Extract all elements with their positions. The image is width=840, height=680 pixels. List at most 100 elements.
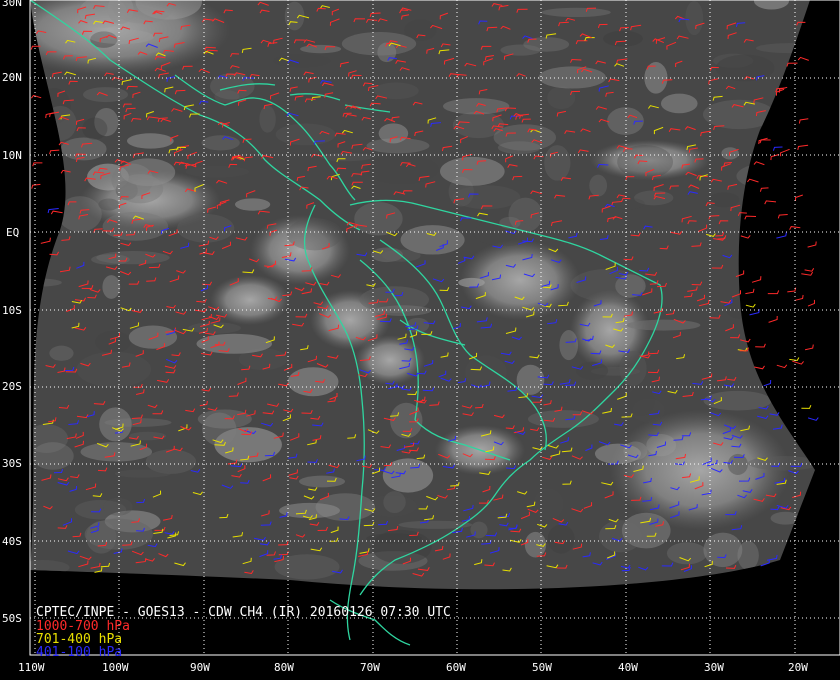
- cloud-texture: [715, 54, 775, 82]
- cloud-texture: [458, 277, 485, 288]
- cloud-texture: [88, 29, 154, 45]
- lon-label: 80W: [274, 661, 294, 674]
- cloud-texture: [383, 491, 406, 514]
- cloud-texture: [274, 554, 340, 580]
- wind-barb: [50, 210, 63, 215]
- cloud-texture: [341, 31, 417, 56]
- cloud-texture: [770, 511, 801, 525]
- cloud-texture: [103, 497, 133, 516]
- cloud-texture: [398, 520, 473, 529]
- lon-label: 90W: [190, 661, 210, 674]
- wind-barb: [792, 360, 804, 365]
- cloud-texture: [177, 213, 235, 243]
- wind-barb: [798, 118, 809, 124]
- wind-barb: [804, 344, 814, 351]
- cloud-texture: [126, 133, 174, 149]
- satellite-map: 30N 20N 10N EQ 10S 20S 30S 40S 50S 110W …: [2, 0, 840, 674]
- cloud-texture: [465, 355, 507, 390]
- wind-barb: [768, 315, 778, 323]
- lat-label: 10S: [2, 304, 22, 317]
- cloud-texture: [320, 153, 373, 162]
- wind-barb: [776, 232, 787, 239]
- cloud-texture: [598, 520, 642, 553]
- wind-barb: [764, 200, 777, 205]
- cloud-texture: [275, 123, 336, 146]
- wind-barb: [801, 404, 812, 409]
- cloud-texture: [279, 502, 340, 519]
- wind-barb: [807, 241, 817, 248]
- cloud-texture: [685, 0, 704, 36]
- cloud-texture: [102, 275, 121, 299]
- lon-label: 100W: [102, 661, 129, 674]
- cloud-texture: [76, 351, 152, 388]
- wind-barb: [807, 299, 816, 307]
- lon-label: 40W: [618, 661, 638, 674]
- cloud-texture: [660, 93, 698, 114]
- wind-barb: [807, 417, 819, 421]
- cloud-texture: [493, 124, 556, 151]
- wind-barb: [747, 178, 759, 183]
- wind-barb: [740, 235, 751, 239]
- cloud-texture: [98, 198, 120, 211]
- cloud-texture: [524, 531, 547, 558]
- wind-barb: [767, 290, 780, 295]
- lon-label: 60W: [446, 661, 466, 674]
- cloud-texture: [547, 524, 575, 554]
- cloud-texture: [533, 488, 564, 520]
- wind-barb: [794, 294, 804, 301]
- cloud-texture: [754, 177, 797, 200]
- wind-barb: [776, 364, 788, 369]
- cloud-blob: [210, 275, 290, 325]
- lat-label: 10N: [2, 149, 22, 162]
- cloud-texture: [626, 319, 701, 331]
- cloud-texture: [201, 135, 240, 151]
- wind-barb: [797, 144, 809, 151]
- cloud-texture: [44, 105, 77, 141]
- wind-barb: [31, 183, 41, 189]
- cloud-texture: [57, 196, 102, 232]
- cloud-blob: [610, 410, 790, 530]
- cloud-texture: [762, 344, 799, 363]
- wind-barb: [32, 162, 43, 167]
- wind-barb: [763, 379, 772, 387]
- wind-barb: [758, 137, 768, 145]
- cloud-texture: [646, 434, 677, 457]
- cloud-texture: [299, 475, 346, 488]
- wind-barb: [780, 148, 790, 157]
- cloud-texture: [234, 198, 271, 211]
- cloud-texture: [128, 325, 178, 349]
- wind-barb: [745, 303, 756, 308]
- wind-barb: [789, 357, 800, 362]
- cloud-texture: [666, 542, 708, 565]
- cloud-texture: [259, 105, 276, 133]
- wind-barb: [40, 237, 51, 244]
- lat-labels: 30N 20N 10N EQ 10S 20S 30S 40S 50S: [2, 0, 22, 625]
- cloud-texture: [95, 330, 131, 354]
- lon-label: 50W: [532, 661, 552, 674]
- legend-high-level: 401-100 hPa: [36, 645, 122, 660]
- cloud-texture: [30, 560, 70, 575]
- cloud-texture: [617, 144, 674, 179]
- cloud-texture: [778, 98, 803, 108]
- cloud-texture: [400, 225, 465, 255]
- wind-barb: [753, 161, 765, 166]
- cloud-texture: [32, 442, 74, 470]
- cloud-texture: [114, 469, 171, 478]
- ir-imagery: [30, 0, 815, 590]
- cloud-texture: [702, 99, 775, 130]
- wind-barb: [759, 139, 771, 144]
- cloud-texture: [769, 288, 788, 308]
- lat-label: 20S: [2, 380, 22, 393]
- wind-barb: [772, 146, 783, 151]
- cloud-texture: [626, 387, 655, 417]
- cloud-texture: [80, 442, 153, 462]
- wind-barb: [755, 343, 766, 348]
- cloud-texture: [287, 367, 339, 397]
- lon-label: 20W: [788, 661, 808, 674]
- cloud-texture: [538, 66, 607, 89]
- cloud-texture: [82, 117, 108, 140]
- wind-barb: [795, 194, 803, 202]
- cloud-texture: [210, 73, 255, 100]
- lat-label: EQ: [6, 226, 19, 239]
- image-caption: CPTEC/INPE - GOES13 - CDW CH4 (IR) 20160…: [36, 605, 451, 620]
